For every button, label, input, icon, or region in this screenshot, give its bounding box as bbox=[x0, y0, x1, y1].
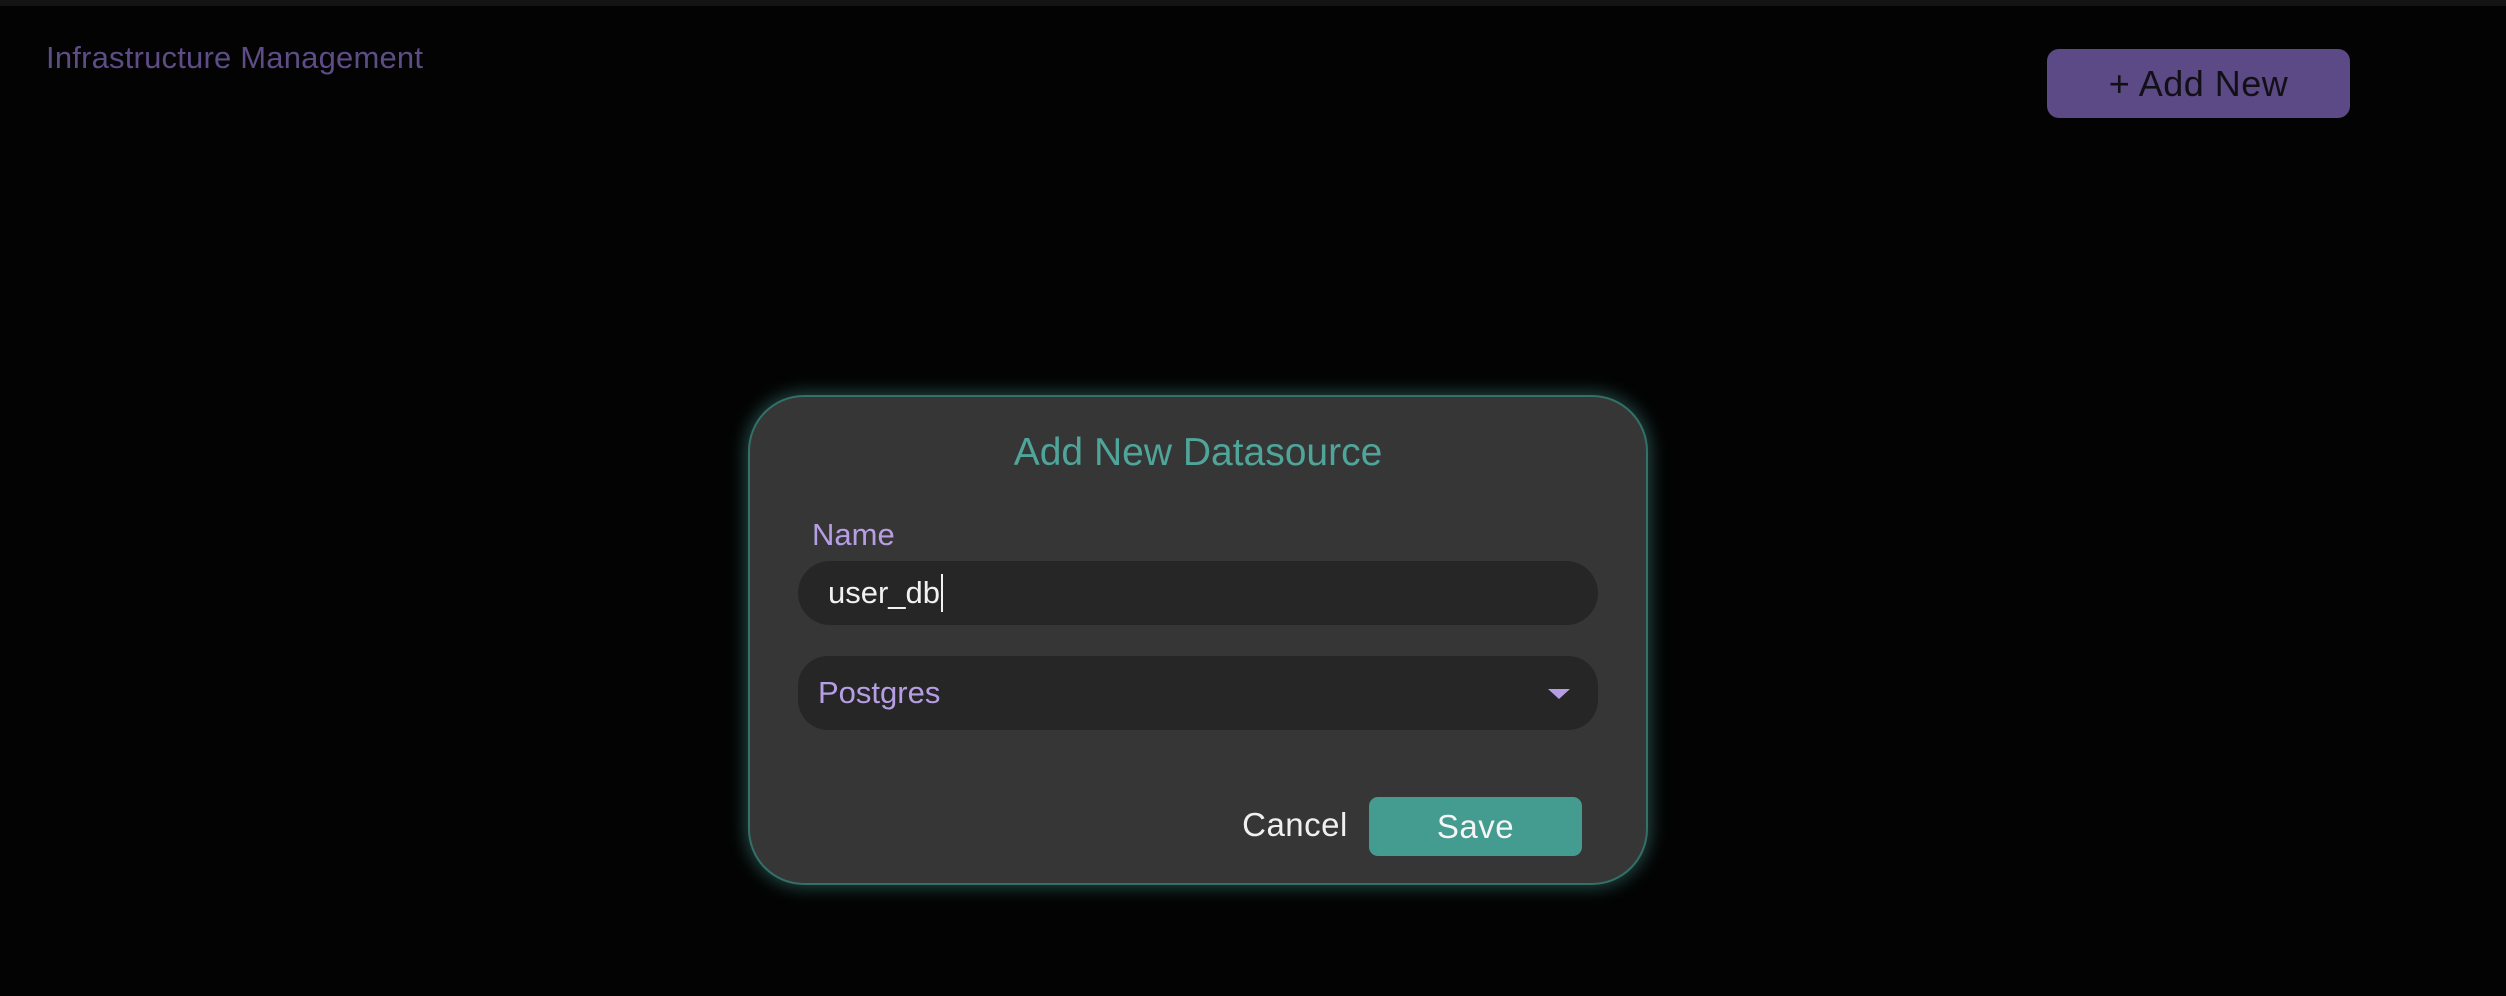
text-caret bbox=[941, 574, 944, 612]
page: Infrastructure Management + Add New Add … bbox=[0, 0, 2506, 996]
name-input[interactable]: user_db bbox=[798, 561, 1598, 625]
name-field-label: Name bbox=[812, 517, 895, 552]
datasource-type-select[interactable]: Postgres bbox=[798, 656, 1598, 730]
datasource-type-value: Postgres bbox=[818, 675, 941, 710]
dialog-title: Add New Datasource bbox=[1013, 431, 1383, 474]
add-datasource-dialog: Add New Datasource Name user_db Postgres… bbox=[750, 397, 1646, 883]
app-title: Infrastructure Management bbox=[46, 40, 424, 75]
chevron-down-icon[interactable] bbox=[1548, 689, 1570, 699]
name-input-value: user_db bbox=[828, 575, 941, 610]
add-new-button[interactable]: + Add New bbox=[2047, 49, 2350, 118]
save-button[interactable]: Save bbox=[1369, 797, 1582, 856]
top-edge bbox=[0, 0, 2506, 6]
cancel-button[interactable]: Cancel bbox=[1220, 795, 1370, 855]
